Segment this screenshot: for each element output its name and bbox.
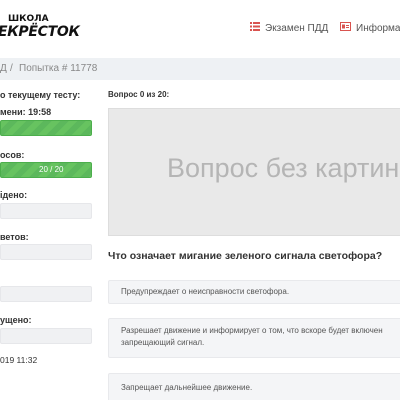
questions-progress-bar: 20 / 20 bbox=[0, 162, 92, 178]
answer-option-2-text: Разрешает движение и информирует о том, … bbox=[121, 326, 383, 347]
skipped-label: ущено: bbox=[0, 315, 32, 325]
question-image: Вопрос без картинки bbox=[108, 108, 400, 236]
answer-option-1-text: Предупреждает о неисправности светофора. bbox=[121, 287, 290, 296]
passed-field bbox=[0, 203, 92, 219]
questions-label: осов: bbox=[0, 150, 25, 160]
answers-field bbox=[0, 244, 92, 260]
breadcrumb: Д / Попытка # 11778 bbox=[0, 58, 400, 80]
logo-title: ЕКРЁСТОК bbox=[0, 24, 80, 40]
answer-option-2[interactable]: Разрешает движение и информирует о том, … bbox=[108, 318, 400, 358]
extra-field bbox=[0, 286, 92, 302]
site-header: ШКОЛА ЕКРЁСТОК Экзамен ПДД Информац bbox=[0, 0, 400, 58]
time-progress-bar bbox=[0, 120, 92, 136]
passed-label: ідено: bbox=[0, 190, 28, 200]
answer-option-3[interactable]: Запрещает дальнейшее движение. bbox=[108, 373, 400, 400]
skipped-field bbox=[0, 328, 92, 344]
id-card-icon bbox=[340, 22, 351, 34]
logo-caption: ШКОЛА bbox=[8, 14, 49, 24]
nav-info-label: Информац bbox=[356, 22, 400, 34]
nav-exam-link[interactable]: Экзамен ПДД bbox=[250, 22, 328, 34]
questions-progress-value: 20 / 20 bbox=[39, 165, 64, 174]
breadcrumb-item-root[interactable]: Д bbox=[0, 63, 7, 74]
nav-info-link[interactable]: Информац bbox=[340, 22, 400, 34]
answers-label: ветов: bbox=[0, 232, 29, 242]
breadcrumb-separator: / bbox=[10, 63, 13, 74]
list-icon bbox=[250, 22, 260, 34]
answer-option-1[interactable]: Предупреждает о неисправности светофора. bbox=[108, 280, 400, 304]
nav-exam-label: Экзамен ПДД bbox=[265, 22, 329, 34]
time-label: мени: 19:58 bbox=[0, 107, 52, 117]
sidebar-title: о текущему тесту: bbox=[0, 90, 81, 100]
question-text: Что означает мигание зеленого сигнала св… bbox=[108, 250, 383, 262]
attempt-date: 019 11:32 bbox=[0, 355, 38, 365]
image-placeholder-text: Вопрос без картинки bbox=[167, 153, 400, 183]
question-counter: Вопрос 0 из 20: bbox=[108, 90, 170, 99]
breadcrumb-item-attempt: Попытка # 11778 bbox=[19, 63, 98, 74]
answer-option-3-text: Запрещает дальнейшее движение. bbox=[121, 383, 253, 392]
